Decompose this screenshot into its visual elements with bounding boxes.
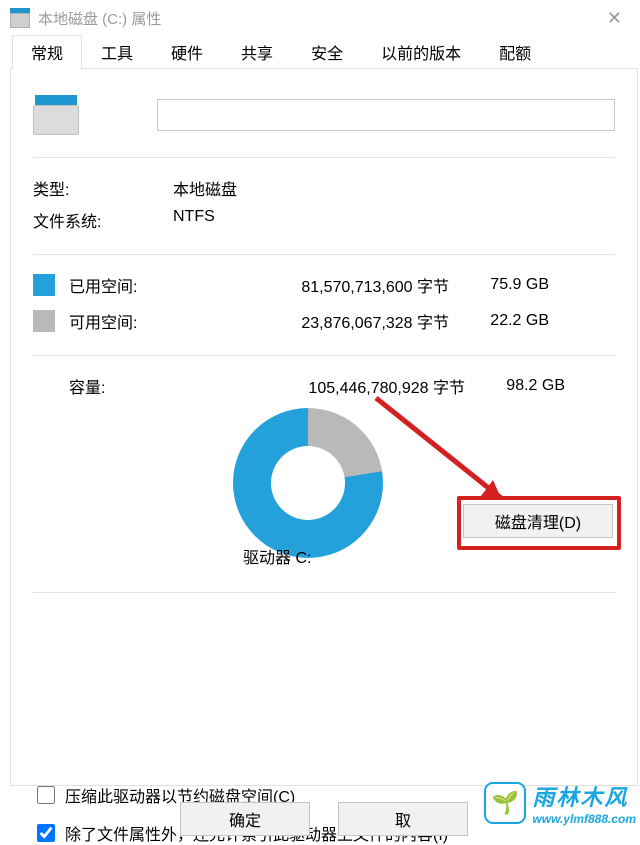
usage-donut-chart — [233, 408, 383, 558]
free-bytes: 23,876,067,328 字节 — [219, 309, 449, 333]
ok-button[interactable]: 确定 — [180, 802, 310, 836]
used-bytes: 81,570,713,600 字节 — [219, 273, 449, 297]
capacity-label: 容量: — [69, 374, 249, 398]
used-label: 已用空间: — [69, 273, 219, 297]
free-label: 可用空间: — [69, 309, 219, 333]
volume-label-input[interactable] — [157, 99, 615, 131]
close-icon[interactable]: ✕ — [599, 8, 630, 29]
tab-tools[interactable]: 工具 — [82, 35, 152, 69]
drive-label: 驱动器 C: — [243, 544, 311, 568]
tab-sharing[interactable]: 共享 — [222, 35, 292, 69]
tab-strip: 常规 工具 硬件 共享 安全 以前的版本 配额 — [10, 36, 638, 68]
tab-general[interactable]: 常规 — [12, 35, 82, 69]
filesystem-value: NTFS — [173, 208, 215, 232]
tab-security[interactable]: 安全 — [292, 35, 362, 69]
disk-icon — [33, 95, 79, 135]
type-label: 类型: — [33, 176, 173, 200]
cancel-button[interactable]: 取 — [338, 802, 468, 836]
tab-hardware[interactable]: 硬件 — [152, 35, 222, 69]
filesystem-label: 文件系统: — [33, 208, 173, 232]
free-gb: 22.2 GB — [449, 312, 549, 330]
disk-cleanup-button[interactable]: 磁盘清理(D) — [463, 504, 613, 538]
tab-quota[interactable]: 配额 — [480, 35, 550, 69]
free-swatch — [33, 310, 55, 332]
used-swatch — [33, 274, 55, 296]
window-title: 本地磁盘 (C:) 属性 — [38, 8, 161, 29]
tab-panel-general: 类型: 本地磁盘 文件系统: NTFS 已用空间: 81,570,713,600… — [10, 68, 638, 786]
type-value: 本地磁盘 — [173, 176, 237, 200]
used-gb: 75.9 GB — [449, 276, 549, 294]
drive-icon — [10, 8, 30, 28]
tab-previous[interactable]: 以前的版本 — [362, 35, 480, 69]
